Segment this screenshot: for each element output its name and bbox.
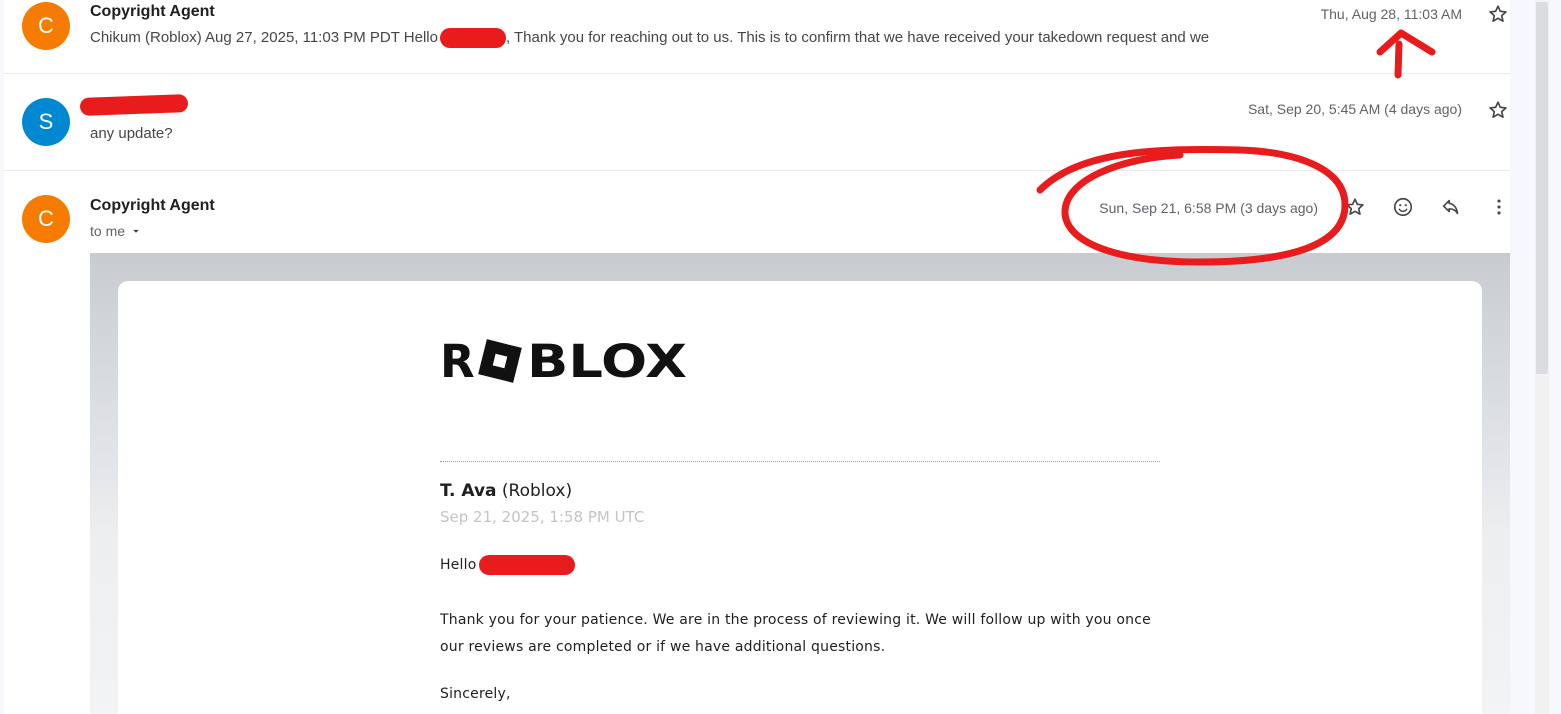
star-button[interactable] — [1484, 96, 1510, 124]
body-line: our reviews are completed or if we have … — [440, 639, 886, 655]
roblox-logo: R BLOX — [440, 335, 690, 388]
message-date[interactable]: Thu, Aug 28, 11:03 AM — [1321, 6, 1462, 22]
email-timestamp: Sep 21, 2025, 1:58 PM UTC — [440, 508, 645, 526]
emoji-icon — [1393, 197, 1413, 217]
message-date[interactable]: Sat, Sep 20, 5:45 AM (4 days ago) — [1248, 101, 1462, 117]
sender-name[interactable]: Copyright Agent — [90, 197, 215, 215]
email-body: R BLOX T. Ava (Roblox) Sep 21, 2025, 1:5… — [90, 253, 1510, 714]
chevron-down-icon — [133, 229, 139, 233]
author-line: T. Ava (Roblox) — [440, 481, 1160, 501]
more-options-button[interactable] — [1485, 193, 1510, 221]
body-paragraph: Thank you for your patience. We are in t… — [440, 607, 1160, 661]
recipient-label: to me — [90, 223, 126, 239]
svg-text:R: R — [440, 338, 475, 384]
svg-text:BLOX: BLOX — [527, 338, 687, 384]
thread-message-collapsed[interactable]: S any update? Sat, Sep 20, 5:45 AM (4 da… — [4, 74, 1510, 171]
star-icon — [1489, 101, 1507, 118]
more-vert-icon — [1497, 199, 1501, 215]
avatar[interactable]: S — [22, 98, 70, 146]
add-reaction-button[interactable] — [1389, 193, 1417, 221]
redaction-mark — [478, 555, 575, 575]
star-icon — [1489, 5, 1507, 22]
recipient-details-toggle[interactable]: to me — [90, 223, 143, 239]
email-thread: C Copyright Agent Chikum (Roblox) Aug 27… — [4, 0, 1510, 714]
redaction-mark — [439, 28, 506, 48]
message-snippet: any update? — [90, 125, 173, 142]
email-card: R BLOX T. Ava (Roblox) Sep 21, 2025, 1:5… — [118, 281, 1482, 714]
message-date[interactable]: Sun, Sep 21, 6:58 PM (3 days ago) — [1099, 200, 1318, 216]
reply-icon — [1442, 199, 1459, 215]
signoff: Sincerely, — [440, 686, 511, 702]
star-button[interactable] — [1484, 0, 1510, 28]
greeting: Hello — [440, 555, 1160, 575]
body-line: Thank you for your patience. We are in t… — [440, 612, 1151, 628]
redaction-mark — [79, 94, 189, 116]
message-snippet: Chikum (Roblox) Aug 27, 2025, 11:03 PM P… — [90, 28, 1209, 48]
star-icon — [1346, 198, 1364, 215]
scrollbar-thumb[interactable] — [1536, 2, 1548, 374]
snippet-text-after: , Thank you for reaching out to us. This… — [505, 28, 1210, 46]
snippet-text-before: Chikum (Roblox) Aug 27, 2025, 11:03 PM P… — [90, 28, 438, 46]
star-button[interactable] — [1341, 193, 1369, 221]
divider — [440, 461, 1160, 462]
thread-message-collapsed[interactable]: C Copyright Agent Chikum (Roblox) Aug 27… — [4, 0, 1510, 74]
greeting-text: Hello — [440, 557, 477, 573]
avatar[interactable]: C — [22, 2, 70, 50]
sender-name: Copyright Agent — [90, 3, 215, 20]
author-org: (Roblox) — [501, 481, 573, 501]
avatar[interactable]: C — [22, 195, 70, 243]
reply-button[interactable] — [1437, 193, 1465, 221]
author-name: T. Ava — [440, 481, 497, 501]
